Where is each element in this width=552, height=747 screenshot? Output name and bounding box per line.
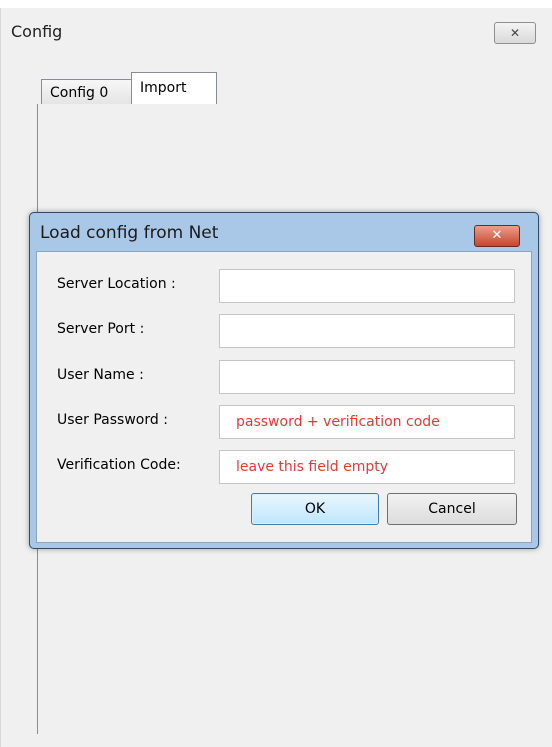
tab-label: Config 0: [50, 85, 109, 101]
server-port-label: Server Port :: [57, 321, 145, 337]
tab-label: Import: [140, 80, 187, 96]
verification-code-label: Verification Code:: [57, 457, 181, 473]
dialog-close-button[interactable]: ✕: [474, 225, 520, 247]
ok-button[interactable]: OK: [251, 493, 379, 525]
dialog-body: Server Location : Server Port : User Nam…: [36, 251, 532, 543]
user-password-input[interactable]: password + verification code: [219, 405, 515, 439]
dialog-title: Load config from Net: [40, 223, 219, 243]
window-close-button[interactable]: ✕: [494, 22, 536, 44]
server-port-input[interactable]: [219, 314, 515, 348]
cancel-button[interactable]: Cancel: [387, 493, 517, 525]
user-name-input[interactable]: [219, 360, 515, 394]
verification-code-input[interactable]: leave this field empty: [219, 450, 515, 484]
tab-import[interactable]: Import: [131, 72, 217, 106]
window-title: Config: [11, 22, 63, 41]
server-location-label: Server Location :: [57, 276, 176, 292]
user-password-label: User Password :: [57, 412, 168, 428]
load-config-dialog: Load config from Net ✕ Server Location :…: [29, 212, 539, 549]
tab-config-0[interactable]: Config 0: [41, 79, 133, 106]
user-name-label: User Name :: [57, 367, 144, 383]
server-location-input[interactable]: [219, 269, 515, 303]
close-icon: ✕: [509, 26, 521, 40]
close-icon: ✕: [491, 228, 503, 243]
